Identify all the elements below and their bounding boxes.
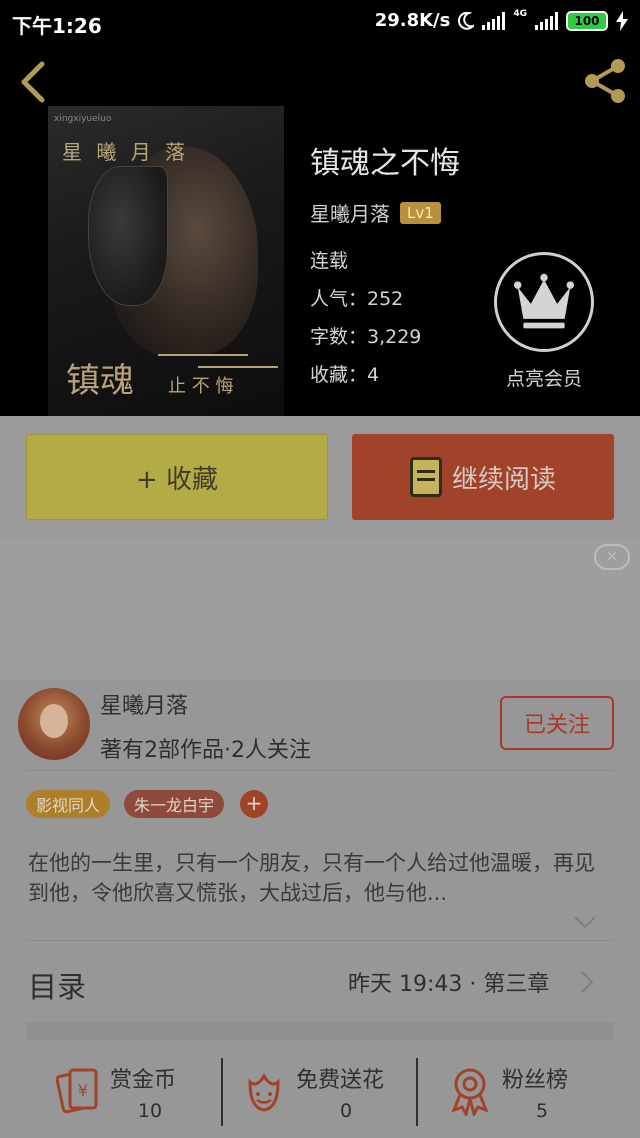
book-favorites: 收藏：4 <box>310 364 380 386</box>
status-time: 下午1:26 <box>12 14 102 38</box>
book-word-count: 字数：3,229 <box>310 326 422 348</box>
wifi-signal-icon <box>482 11 506 30</box>
add-tag-button[interactable]: + <box>240 790 268 818</box>
collect-button[interactable]: + 收藏 <box>26 434 328 520</box>
book-author[interactable]: 星曦月落 <box>310 198 390 227</box>
send-flower-label: 免费送花 <box>296 1068 385 1093</box>
toc-label[interactable]: 目录 <box>28 964 86 1006</box>
book-status: 连载 <box>310 250 349 272</box>
cell-signal-icon <box>535 11 558 30</box>
medal-icon <box>451 1068 489 1116</box>
reward-coins-item[interactable]: ¥ 赏金币 10 <box>56 1056 216 1126</box>
send-flower-item[interactable]: 免费送花 0 <box>242 1056 412 1126</box>
flower-icon <box>248 1073 280 1112</box>
ad-close-button[interactable]: × <box>594 544 630 570</box>
book-icon <box>409 457 442 497</box>
divider <box>416 1058 418 1126</box>
cover-decoration-line <box>158 354 248 356</box>
fan-ranking-value: 5 <box>535 1100 549 1122</box>
divider <box>26 770 614 771</box>
network-speed: 29.8K/s <box>374 10 451 31</box>
expand-chevron-icon[interactable] <box>572 912 598 932</box>
book-author-line[interactable]: 星曦月落 Lv1 <box>310 198 441 227</box>
vip-label[interactable]: 点亮会员 <box>492 364 596 391</box>
book-intro[interactable]: 在他的一生里，只有一个朋友，只有一个人给过他温暖，再见到他，令他欣喜又慌张，大战… <box>28 848 612 908</box>
reward-coins-value: 10 <box>137 1100 163 1122</box>
continue-reading-label: 继续阅读 <box>451 464 556 495</box>
chevron-right-icon[interactable] <box>578 968 596 996</box>
cover-small-text: 止 不 悔 <box>168 376 234 397</box>
back-button[interactable] <box>14 58 54 106</box>
svg-text:¥: ¥ <box>78 1081 88 1100</box>
cover-title: 星 曦 月 落 <box>62 140 190 164</box>
network-type: 4G <box>513 9 527 19</box>
author-avatar[interactable] <box>18 688 90 760</box>
author-name[interactable]: 星曦月落 <box>100 688 188 720</box>
fan-ranking-label: 粉丝榜 <box>502 1068 569 1093</box>
red-envelope-icon: ¥ <box>56 1068 98 1114</box>
reward-coins-label: 赏金币 <box>110 1068 177 1093</box>
book-title: 镇魂之不悔 <box>310 146 460 181</box>
author-stats: 著有2部作品·2人关注 <box>100 738 311 763</box>
moon-icon <box>458 11 475 30</box>
battery-indicator: 100 <box>566 10 608 31</box>
crown-icon <box>513 273 575 329</box>
cover-mask <box>88 166 168 306</box>
status-bar: 下午1:26 29.8K/s 4G 100 <box>0 0 640 44</box>
share-button[interactable] <box>580 56 630 106</box>
send-flower-value: 0 <box>339 1100 353 1122</box>
ad-banner[interactable] <box>0 538 640 680</box>
tag-chip[interactable]: 朱一龙白宇 <box>124 790 225 818</box>
follow-button[interactable]: 已关注 <box>500 696 614 750</box>
fan-ranking-item[interactable]: 粉丝榜 5 <box>448 1056 598 1126</box>
divider <box>26 940 614 941</box>
cover-decoration-line <box>198 366 278 368</box>
divider <box>221 1058 223 1126</box>
avatar-face <box>40 704 68 738</box>
continue-reading-button[interactable]: 继续阅读 <box>352 434 614 520</box>
author-level-badge: Lv1 <box>400 201 441 224</box>
cover-subtitle: xingxiyueluo <box>54 114 112 124</box>
book-popularity: 人气：252 <box>310 288 404 310</box>
vip-button[interactable] <box>494 252 594 352</box>
toc-latest-chapter[interactable]: 昨天 19:43 · 第三章 <box>348 966 549 998</box>
book-cover[interactable]: xingxiyueluo 星 曦 月 落 镇魂 止 不 悔 <box>48 106 284 416</box>
cover-calligraphy: 镇魂 <box>66 361 134 401</box>
status-indicators: 29.8K/s 4G 100 <box>375 10 628 31</box>
tag-chip[interactable]: 影视同人 <box>26 790 111 818</box>
charging-icon <box>616 10 628 31</box>
section-separator <box>26 1022 614 1040</box>
